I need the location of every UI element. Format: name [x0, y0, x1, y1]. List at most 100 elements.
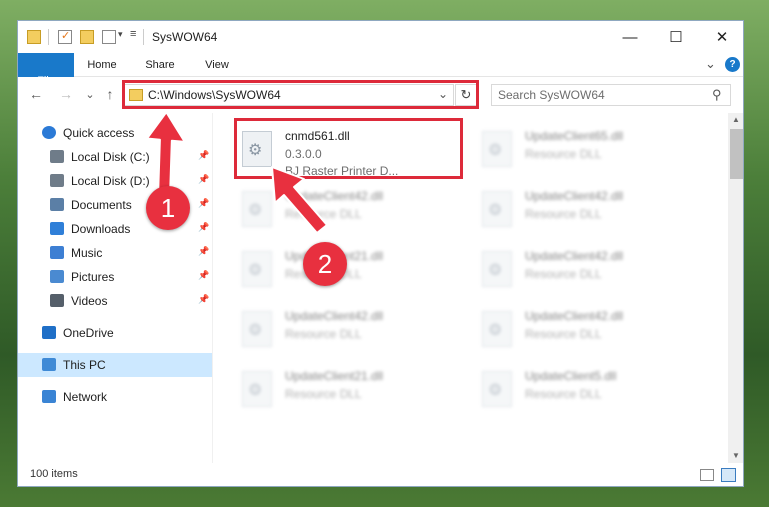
computer-icon [42, 358, 56, 371]
scroll-up-icon[interactable]: ▲ [732, 115, 740, 124]
tab-share[interactable]: Share [138, 53, 182, 77]
file-description: Resource DLL [525, 207, 602, 221]
search-input[interactable]: Search SysWOW64 [498, 88, 605, 102]
sidebar-item-videos[interactable]: Videos 📌 [18, 289, 212, 313]
recent-locations-button[interactable]: ⌄ [82, 86, 98, 102]
download-icon [50, 222, 64, 235]
star-icon [42, 126, 56, 139]
file-version: 0.3.0.0 [285, 147, 322, 161]
close-button[interactable]: ✕ [699, 21, 743, 53]
minimize-button[interactable]: — [607, 21, 653, 53]
help-icon[interactable]: ? [725, 57, 740, 72]
sidebar-item-label: Quick access [63, 126, 135, 140]
title-bar: ✓ ▾ ≡ SysWOW64 — ☐ ✕ [18, 21, 743, 53]
forward-button[interactable]: → [58, 86, 74, 102]
cloud-icon [42, 326, 56, 339]
explorer-window: ✓ ▾ ≡ SysWOW64 — ☐ ✕ File Home Share Vie… [17, 20, 744, 487]
customize-toolbar-icon[interactable] [102, 30, 116, 44]
file-list: ⚙ cnmd561.dll 0.3.0.0 BJ Raster Printer D..… [214, 113, 728, 463]
sidebar-item-label: Documents [71, 198, 132, 212]
large-icons-view-icon[interactable] [721, 468, 736, 482]
chevron-down-icon[interactable]: ▾ [118, 29, 123, 40]
file-item[interactable]: ⚙ UpdateClient42.dll Resource DLL [236, 181, 466, 237]
dll-file-icon: ⚙ [242, 311, 272, 347]
pin-icon[interactable]: 📌 [198, 294, 209, 305]
file-name: UpdateClient42.dll [285, 189, 384, 203]
sidebar-item-label: Downloads [71, 222, 131, 236]
address-dropdown-icon[interactable]: ⌄ [438, 87, 448, 101]
pin-icon[interactable]: 📌 [198, 150, 209, 161]
search-icon[interactable]: ⚲ [712, 87, 722, 103]
file-name: UpdateClient5.dll [525, 369, 617, 383]
pictures-icon [50, 270, 64, 283]
address-path[interactable]: C:\Windows\SysWOW64 [148, 88, 281, 102]
dll-file-icon: ⚙ [242, 371, 272, 407]
tab-view[interactable]: View [195, 53, 239, 77]
quick-access-menu-icon[interactable]: ≡ [130, 28, 136, 40]
sidebar-item-local-disk-d[interactable]: Local Disk (D:) 📌 [18, 169, 212, 193]
sidebar-item-label: Local Disk (D:) [71, 174, 150, 188]
pin-icon[interactable]: 📌 [198, 246, 209, 257]
file-item[interactable]: ⚙ UpdateClient65.dll Resource DLL [476, 121, 706, 177]
scrollbar-thumb[interactable] [730, 129, 743, 179]
step-marker-2: 2 [303, 242, 347, 286]
pin-icon[interactable]: 📌 [198, 270, 209, 281]
address-bar[interactable]: C:\Windows\SysWOW64 ⌄ [123, 84, 454, 106]
sidebar-item-label: Network [63, 390, 108, 404]
file-description: Resource DLL [285, 327, 362, 341]
network-icon [42, 390, 56, 403]
window-title: SysWOW64 [152, 30, 218, 44]
dll-file-icon: ⚙ [482, 191, 512, 227]
back-button[interactable]: ← [28, 86, 44, 102]
status-bar: 100 items [18, 463, 743, 486]
file-item[interactable]: ⚙ UpdateClient42.dll Resource DLL [236, 301, 466, 357]
sidebar-item-network[interactable]: Network [18, 385, 212, 409]
sidebar-item-label: Videos [71, 294, 108, 308]
up-button[interactable]: ↑ [102, 86, 118, 102]
tab-home[interactable]: Home [80, 53, 124, 77]
sidebar-item-this-pc[interactable]: This PC [18, 353, 212, 377]
file-description: Resource DLL [525, 267, 602, 281]
file-description: Resource DLL [525, 147, 602, 161]
file-item[interactable]: ⚙UpdateClient21.dllResource DLL [236, 241, 466, 297]
file-name: UpdateClient42.dll [285, 309, 384, 323]
scroll-down-icon[interactable]: ▼ [732, 451, 740, 460]
file-description: Resource DLL [285, 387, 362, 401]
search-box[interactable]: Search SysWOW64 ⚲ [491, 84, 731, 106]
file-item[interactable]: ⚙ cnmd561.dll 0.3.0.0 BJ Raster Printer D..… [236, 121, 466, 178]
folder-icon [27, 30, 41, 44]
dll-file-icon: ⚙ [242, 251, 272, 287]
drive-icon [50, 150, 64, 163]
sidebar-item-local-disk-c[interactable]: Local Disk (C:) 📌 [18, 145, 212, 169]
file-item[interactable]: ⚙ UpdateClient42.dll Resource DLL [476, 181, 706, 237]
videos-icon [50, 294, 64, 307]
refresh-button[interactable]: ↻ [455, 84, 477, 106]
expand-ribbon-icon[interactable]: ⌄ [705, 56, 716, 72]
divider [143, 29, 144, 45]
file-name: UpdateClient21.dll [285, 369, 384, 383]
sidebar-item-label: OneDrive [63, 326, 114, 340]
dll-file-icon: ⚙ [482, 251, 512, 287]
file-item[interactable]: ⚙ UpdateClient5.dll Resource DLL [476, 361, 706, 417]
pane-divider[interactable] [212, 113, 213, 463]
step-marker-1: 1 [146, 186, 190, 230]
file-description: BJ Raster Printer D... [285, 164, 399, 178]
file-item[interactable]: ⚙ UpdateClient21.dll Resource DLL [236, 361, 466, 417]
new-folder-icon[interactable] [80, 30, 94, 44]
pin-icon[interactable]: 📌 [198, 222, 209, 233]
file-item[interactable]: ⚙ UpdateClient42.dll Resource DLL [476, 241, 706, 297]
sidebar-item-onedrive[interactable]: OneDrive [18, 321, 212, 345]
properties-icon[interactable]: ✓ [58, 30, 72, 44]
pin-icon[interactable]: 📌 [198, 198, 209, 209]
maximize-button[interactable]: ☐ [653, 21, 699, 53]
sidebar-item-pictures[interactable]: Pictures 📌 [18, 265, 212, 289]
file-name: UpdateClient65.dll [525, 129, 624, 143]
file-item[interactable]: ⚙ UpdateClient42.dll Resource DLL [476, 301, 706, 357]
pin-icon[interactable]: 📌 [198, 174, 209, 185]
sidebar-item-label: Pictures [71, 270, 115, 284]
sidebar-item-label: Music [71, 246, 103, 260]
details-view-icon[interactable] [700, 469, 714, 481]
documents-icon [50, 198, 64, 211]
sidebar-item-music[interactable]: Music 📌 [18, 241, 212, 265]
sidebar-item-quick-access[interactable]: Quick access [18, 121, 212, 145]
